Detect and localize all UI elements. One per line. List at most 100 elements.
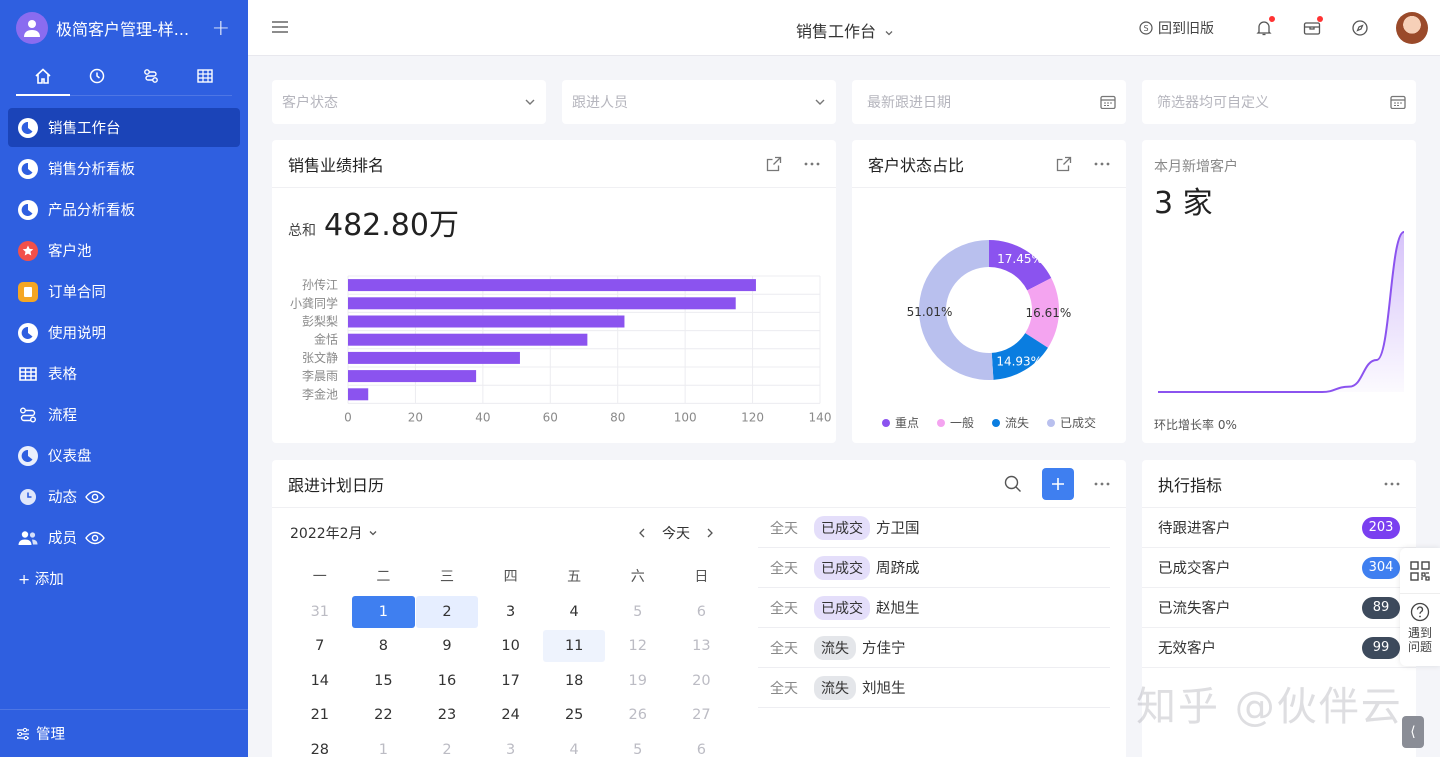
calendar-day[interactable]: 24 (479, 699, 542, 731)
sidebar-item-1[interactable]: 销售分析看板 (8, 149, 240, 188)
calendar-day[interactable]: 8 (352, 630, 415, 662)
filter-custom[interactable]: 筛选器均可自定义 (1142, 80, 1416, 124)
filter-follow-user[interactable]: 跟进人员 (562, 80, 836, 124)
calendar-day[interactable]: 7 (289, 630, 352, 662)
calendar-day[interactable]: 18 (543, 665, 606, 697)
calendar-day[interactable]: 11 (542, 630, 606, 663)
sidebar-item-9[interactable]: 动态 (8, 477, 240, 516)
clock-icon[interactable] (70, 56, 124, 95)
visibility-toggle[interactable] (85, 490, 105, 504)
calendar-day[interactable]: 6 (670, 734, 733, 757)
sidebar-item-7[interactable]: 流程 (8, 395, 240, 434)
calendar-day[interactable]: 5 (606, 734, 669, 757)
app-avatar[interactable] (16, 12, 48, 44)
calendar-day[interactable]: 26 (606, 699, 669, 731)
kpi-row[interactable]: 无效客户 99 (1142, 628, 1416, 668)
help-button[interactable]: 遇到问题 (1400, 594, 1440, 666)
calendar-day[interactable]: 9 (416, 630, 479, 662)
calendar-day[interactable]: 2 (415, 595, 479, 628)
qrcode-icon[interactable] (1400, 548, 1440, 594)
sidebar-item-10[interactable]: 成员 (8, 518, 240, 557)
sidebar-item-4[interactable]: 订单合同 (8, 272, 240, 311)
month-selector[interactable]: 2022年2月 (290, 523, 378, 543)
calendar-day[interactable]: 13 (670, 630, 733, 662)
kpi-row[interactable]: 已流失客户 89 (1142, 588, 1416, 628)
chevron-right-icon[interactable] (706, 527, 714, 539)
more-icon[interactable] (1094, 482, 1110, 486)
inbox-icon[interactable] (1302, 16, 1323, 38)
calendar-day[interactable]: 20 (670, 665, 733, 697)
sidebar-item-6[interactable]: 表格 (8, 354, 240, 393)
page-title-dropdown[interactable]: 销售工作台 (796, 18, 894, 42)
home-icon[interactable] (16, 56, 70, 96)
kpi-row[interactable]: 待跟进客户 203 (1142, 508, 1416, 548)
legend-item[interactable]: 一般 (936, 414, 974, 431)
kpi-row[interactable]: 已成交客户 304 (1142, 548, 1416, 588)
calendar-day[interactable]: 21 (289, 699, 352, 731)
bar[interactable] (348, 279, 756, 292)
calendar-day[interactable]: 12 (606, 630, 669, 662)
calendar-day[interactable]: 22 (352, 699, 415, 731)
sidebar-item-2[interactable]: 产品分析看板 (8, 190, 240, 229)
collapse-button[interactable]: ⟨ (1402, 716, 1424, 748)
sidebar-item-8[interactable]: 仪表盘 (8, 436, 240, 475)
calendar-day[interactable]: 15 (352, 665, 415, 697)
flow-icon[interactable] (124, 56, 178, 95)
event-item[interactable]: 全天 已成交 周跻成 (758, 548, 1110, 588)
eye-icon[interactable] (85, 490, 105, 504)
calendar-day[interactable]: 27 (670, 699, 733, 731)
legend-item[interactable]: 重点 (881, 414, 919, 431)
visibility-toggle[interactable] (85, 531, 105, 545)
eye-icon[interactable] (85, 531, 105, 545)
table-icon[interactable] (178, 56, 232, 95)
add-menu-button[interactable]: + 添加 (8, 559, 240, 598)
calendar-day[interactable]: 16 (416, 665, 479, 697)
bar[interactable] (348, 333, 588, 346)
open-external-icon[interactable] (766, 156, 782, 172)
manage-button[interactable]: 管理 (0, 709, 248, 757)
calendar-day[interactable]: 4 (543, 734, 606, 757)
today-button[interactable]: 今天 (662, 523, 690, 543)
add-app-icon[interactable]: + (212, 16, 230, 41)
back-to-old-button[interactable]: S 回到旧版 (1139, 18, 1214, 38)
calendar-day[interactable]: 10 (479, 630, 542, 662)
more-icon[interactable] (1094, 162, 1110, 166)
calendar-day[interactable]: 5 (606, 596, 669, 628)
calendar-day[interactable]: 3 (479, 596, 542, 628)
bar[interactable] (348, 351, 520, 364)
event-item[interactable]: 全天 流失 刘旭生 (758, 668, 1110, 708)
bar[interactable] (348, 370, 477, 383)
legend-item[interactable]: 已成交 (1047, 414, 1096, 431)
calendar-day[interactable]: 6 (670, 596, 733, 628)
more-icon[interactable] (804, 162, 820, 166)
event-item[interactable]: 全天 已成交 方卫国 (758, 508, 1110, 548)
event-item[interactable]: 全天 已成交 赵旭生 (758, 588, 1110, 628)
bell-icon[interactable] (1254, 16, 1275, 38)
event-item[interactable]: 全天 流失 方佳宁 (758, 628, 1110, 668)
more-icon[interactable] (1384, 482, 1400, 486)
search-icon[interactable] (1004, 475, 1022, 493)
filter-latest-date[interactable]: 最新跟进日期 (852, 80, 1126, 124)
user-avatar[interactable] (1396, 12, 1428, 44)
sidebar-item-5[interactable]: 使用说明 (8, 313, 240, 352)
calendar-day[interactable]: 1 (352, 595, 415, 628)
sidebar-item-0[interactable]: 销售工作台 (8, 108, 240, 147)
calendar-day[interactable]: 4 (543, 596, 606, 628)
calendar-day[interactable]: 17 (479, 665, 542, 697)
calendar-day[interactable]: 19 (606, 665, 669, 697)
compass-icon[interactable] (1350, 18, 1370, 38)
calendar-day[interactable]: 25 (543, 699, 606, 731)
sidebar-item-3[interactable]: 客户池 (8, 231, 240, 270)
calendar-day[interactable]: 1 (352, 734, 415, 757)
open-external-icon[interactable] (1056, 156, 1072, 172)
bar[interactable] (348, 315, 625, 328)
chevron-left-icon[interactable] (638, 527, 646, 539)
hamburger-icon[interactable] (272, 21, 288, 37)
bar[interactable] (348, 388, 369, 401)
calendar-day[interactable]: 31 (289, 596, 352, 628)
calendar-day[interactable]: 23 (416, 699, 479, 731)
filter-customer-status[interactable]: 客户状态 (272, 80, 546, 124)
calendar-day[interactable]: 14 (289, 665, 352, 697)
calendar-day[interactable]: 28 (289, 734, 352, 757)
calendar-day[interactable]: 2 (416, 734, 479, 757)
